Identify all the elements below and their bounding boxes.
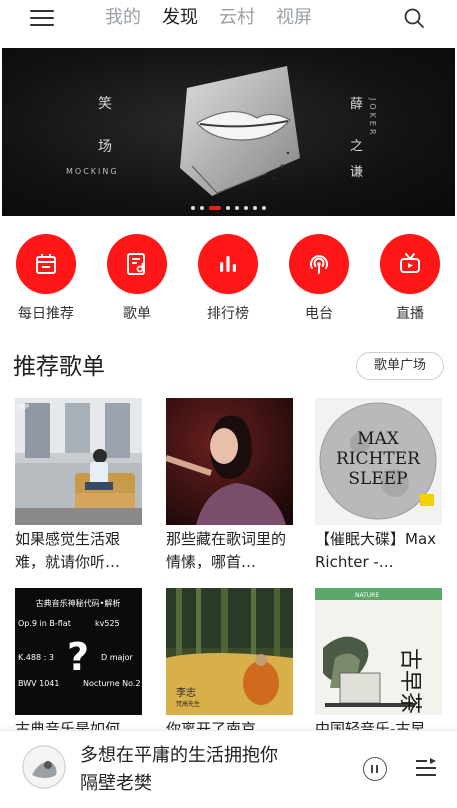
playlist-title: 如果感觉生活艰难，就请你听… bbox=[15, 530, 121, 571]
playlist-cover bbox=[166, 398, 293, 525]
playlist-title: 【催眠大碟】Max Richter -… bbox=[315, 530, 437, 571]
banner-left-text-1: 笑 bbox=[98, 96, 112, 112]
playlist-cover: 李志 梵高先生 bbox=[166, 588, 293, 715]
entry-label: 排行榜 bbox=[207, 306, 249, 322]
section-title: 推荐歌单 bbox=[13, 354, 105, 380]
entry-label: 电台 bbox=[305, 306, 333, 322]
banner-dot[interactable] bbox=[226, 206, 230, 210]
playlist-cover: NATURE 古早茶 bbox=[315, 588, 442, 715]
tab-video[interactable]: 视屏 bbox=[276, 4, 312, 32]
calendar-icon bbox=[16, 234, 76, 294]
playlist-title: 那些藏在歌词里的情愫，哪首… bbox=[166, 530, 287, 571]
svg-text:Nocturne No.2: Nocturne No.2 bbox=[83, 679, 141, 688]
nav-tabs: 我的 发现 云村 视屏 bbox=[105, 4, 333, 32]
entry-daily[interactable]: 每日推荐 bbox=[5, 234, 87, 323]
banner-dot[interactable] bbox=[200, 206, 204, 210]
entry-label: 直播 bbox=[396, 306, 424, 322]
playlist-cover: 古典音乐神秘代码•解析 Op.9 in B-flat kv525 K.488 :… bbox=[15, 588, 142, 715]
svg-text:kv525: kv525 bbox=[95, 619, 120, 628]
svg-text:李志: 李志 bbox=[176, 686, 196, 699]
banner-right-text-3: 谦 bbox=[350, 165, 363, 180]
tab-mine[interactable]: 我的 bbox=[105, 4, 141, 32]
chart-icon bbox=[198, 234, 258, 294]
banner-carousel[interactable]: 笑 场 MOCKING 薛 之 谦 JOKER bbox=[2, 48, 455, 216]
pause-icon[interactable] bbox=[363, 757, 387, 781]
playlist-icon bbox=[107, 234, 167, 294]
menu-icon[interactable] bbox=[30, 8, 54, 28]
svg-text:MAX: MAX bbox=[357, 429, 400, 449]
banner-dots bbox=[2, 206, 455, 210]
tab-village[interactable]: 云村 bbox=[219, 4, 255, 32]
playlist-card[interactable]: 那些藏在歌词里的情愫，哪首… bbox=[166, 398, 293, 574]
banner-dot[interactable] bbox=[262, 206, 266, 210]
entry-playlist[interactable]: 歌单 bbox=[96, 234, 178, 323]
playlist-square-button[interactable]: 歌单广场 bbox=[356, 352, 444, 380]
player-song-title: 多想在平庸的生活拥抱你 bbox=[80, 745, 278, 766]
svg-text:NATURE: NATURE bbox=[355, 592, 379, 599]
svg-text:梵高先生: 梵高先生 bbox=[176, 700, 200, 708]
quick-entries: 每日推荐 歌单 排行榜 电台 直播 bbox=[0, 234, 457, 326]
banner-dot[interactable] bbox=[235, 206, 239, 210]
tv-icon bbox=[380, 234, 440, 294]
svg-text:BWV 1041: BWV 1041 bbox=[18, 679, 60, 688]
entry-radio[interactable]: 电台 bbox=[278, 234, 360, 323]
banner-dot[interactable] bbox=[191, 206, 195, 210]
svg-text:Op.9 in B-flat: Op.9 in B-flat bbox=[18, 619, 71, 628]
svg-text:?: ? bbox=[67, 635, 89, 679]
player-cover[interactable] bbox=[22, 745, 66, 789]
banner-right-text-1: 薛 bbox=[350, 97, 363, 112]
mini-player[interactable]: 多想在平庸的生活拥抱你 隔壁老樊 bbox=[0, 730, 457, 808]
search-icon[interactable] bbox=[403, 7, 425, 29]
svg-text:SLEEP: SLEEP bbox=[348, 469, 407, 489]
playlist-queue-icon[interactable] bbox=[414, 757, 438, 781]
banner-dot[interactable] bbox=[244, 206, 248, 210]
banner-left-caption: MOCKING bbox=[66, 167, 119, 176]
tab-discover[interactable]: 发现 bbox=[162, 4, 198, 32]
banner-dot[interactable] bbox=[253, 206, 257, 210]
banner-image: 笑 场 MOCKING 薛 之 谦 JOKER bbox=[66, 66, 377, 196]
playlist-card[interactable]: VIP 如果感觉生活艰难，就请你听… bbox=[15, 398, 142, 574]
top-nav: 我的 发现 云村 视屏 bbox=[0, 0, 457, 38]
playlist-cover: VIP bbox=[15, 398, 142, 525]
banner-left-text-2: 场 bbox=[98, 139, 112, 155]
player-artist: 隔壁老樊 bbox=[80, 773, 152, 794]
banner-right-text-2: 之 bbox=[350, 139, 363, 154]
svg-text:VIP: VIP bbox=[18, 403, 29, 411]
entry-live[interactable]: 直播 bbox=[369, 234, 451, 323]
svg-text:RICHTER: RICHTER bbox=[336, 449, 421, 469]
entry-label: 每日推荐 bbox=[18, 306, 74, 322]
svg-text:古早茶: 古早茶 bbox=[397, 648, 422, 714]
entry-rank[interactable]: 排行榜 bbox=[187, 234, 269, 323]
playlist-cover: MAX RICHTER SLEEP bbox=[315, 398, 442, 525]
entry-label: 歌单 bbox=[123, 306, 151, 322]
svg-text:D major: D major bbox=[101, 653, 134, 662]
banner-right-vertical: JOKER bbox=[368, 97, 377, 138]
radio-icon bbox=[289, 234, 349, 294]
banner-dot[interactable] bbox=[209, 206, 221, 210]
svg-text:K.488 : 3: K.488 : 3 bbox=[18, 653, 54, 662]
playlist-card[interactable]: MAX RICHTER SLEEP 【催眠大碟】Max Richter -… bbox=[315, 398, 442, 574]
svg-text:古典音乐神秘代码•解析: 古典音乐神秘代码•解析 bbox=[36, 598, 121, 608]
